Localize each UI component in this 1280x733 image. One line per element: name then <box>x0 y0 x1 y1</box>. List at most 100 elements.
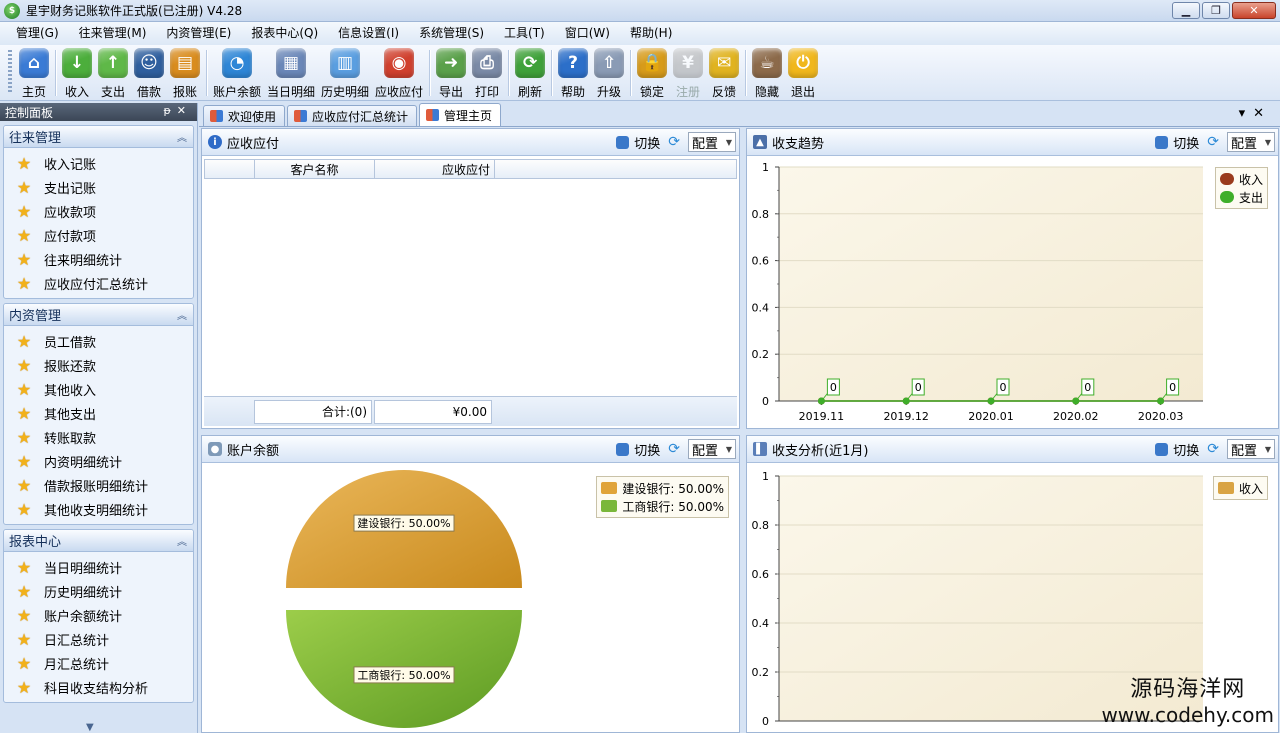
close-button[interactable]: ✕ <box>1232 2 1276 19</box>
toolbar-button-18[interactable]: ⇧ 升级 <box>594 48 625 100</box>
toolbar-button-label: 账户余额 <box>213 85 262 99</box>
toolbar-button-5[interactable]: ▤ 报账 <box>170 48 200 100</box>
toolbar-button-4[interactable]: ☺ 借款 <box>134 48 164 100</box>
analysis-switch-button[interactable]: 切换 <box>1155 440 1199 459</box>
tab-1[interactable]: 应收应付汇总统计 <box>287 105 418 126</box>
nav-item[interactable]: ★ 账户余额统计 <box>4 603 193 627</box>
toolbar-button-8[interactable]: ▦ 当日明细 <box>267 48 315 100</box>
scroll-down-icon[interactable]: ▼ <box>86 722 94 733</box>
app-logo-icon: $ <box>4 2 20 19</box>
plot-area <box>779 167 1203 401</box>
trend-config-dropdown[interactable]: 配置 ▼ <box>1227 132 1275 152</box>
toolbar-button-15[interactable]: ⟳ 刷新 <box>515 48 546 100</box>
legend-entry: 收入 <box>1217 479 1263 497</box>
nav-item[interactable]: ★ 转账取款 <box>4 425 193 449</box>
maximize-button[interactable]: ❐ <box>1202 2 1230 19</box>
tab-list-icon[interactable]: ▾ <box>1239 106 1254 121</box>
star-icon: ★ <box>16 331 32 351</box>
receivable-config-dropdown[interactable]: 配置 ▼ <box>688 132 736 152</box>
nav-item[interactable]: ★ 报账还款 <box>4 353 193 377</box>
toolbar-button-25[interactable]: ⏻ 退出 <box>788 48 819 100</box>
toolbar-button-21[interactable]: ¥ 注册 <box>673 48 704 100</box>
nav-group-header[interactable]: 报表中心 ︽ <box>4 530 193 552</box>
nav-group-header[interactable]: 往来管理 ︽ <box>4 126 193 148</box>
menu-item-6[interactable]: 工具(T) <box>494 22 555 45</box>
toolbar-button-3[interactable]: ↑ 支出 <box>98 48 128 100</box>
toolbar-button-2[interactable]: ↓ 收入 <box>62 48 92 100</box>
toolbar-button-20[interactable]: 🔒 锁定 <box>637 48 668 100</box>
trend-switch-button[interactable]: 切换 <box>1155 133 1199 152</box>
books-icon: ▤ <box>170 48 200 78</box>
menu-item-8[interactable]: 帮助(H) <box>620 22 682 45</box>
legend-label: 工商银行: 50.00% <box>622 499 724 514</box>
nav-item[interactable]: ★ 借款报账明细统计 <box>4 473 193 497</box>
nav-item[interactable]: ★ 往来明细统计 <box>4 247 193 271</box>
star-icon: ★ <box>16 677 32 697</box>
minimize-button[interactable]: ▁ <box>1172 2 1200 19</box>
trend-refresh-button[interactable]: ⟳ <box>1207 134 1219 150</box>
nav-item[interactable]: ★ 科目收支结构分析 <box>4 675 193 699</box>
balance-config-dropdown[interactable]: 配置 ▼ <box>688 439 736 459</box>
nav-item[interactable]: ★ 日汇总统计 <box>4 627 193 651</box>
nav-item[interactable]: ★ 支出记账 <box>4 175 193 199</box>
analysis-refresh-button[interactable]: ⟳ <box>1207 441 1219 457</box>
nav-item-label: 支出记账 <box>44 181 97 197</box>
balance-switch-button[interactable]: 切换 <box>616 440 660 459</box>
toolbar-button-13[interactable]: ⎙ 打印 <box>472 48 503 100</box>
pie-chart-icon: ◔ <box>222 48 252 78</box>
control-panel-header: 控制面板 ᵽ✕ <box>0 103 197 121</box>
toolbar-button-24[interactable]: ☕ 隐藏 <box>752 48 783 100</box>
tab-page-icon <box>294 110 308 122</box>
nav-item-label: 往来明细统计 <box>44 253 123 269</box>
toolbar-button-9[interactable]: ▥ 历史明细 <box>321 48 369 100</box>
menu-item-0[interactable]: 管理(G) <box>6 22 69 45</box>
grid-header-customer[interactable]: 客户名称 <box>255 160 375 178</box>
nav-item-label: 其他收支明细统计 <box>44 503 149 519</box>
toolbar-button-22[interactable]: ✉ 反馈 <box>709 48 740 100</box>
x-tick-label: 2019.12 <box>883 410 929 423</box>
nav-item[interactable]: ★ 应收款项 <box>4 199 193 223</box>
nav-item[interactable]: ★ 历史明细统计 <box>4 579 193 603</box>
analysis-config-dropdown[interactable]: 配置 ▼ <box>1227 439 1275 459</box>
menu-item-4[interactable]: 信息设置(I) <box>328 22 409 45</box>
nav-item-label: 应收应付汇总统计 <box>44 277 149 293</box>
toolbar-grip[interactable] <box>8 50 12 94</box>
menu-item-7[interactable]: 窗口(W) <box>555 22 620 45</box>
tab-2[interactable]: 管理主页 <box>419 103 502 126</box>
toolbar-button-10[interactable]: ◉ 应收应付 <box>375 48 423 100</box>
panel-close-icon[interactable]: ✕ <box>177 104 192 117</box>
y-tick-label: 0.6 <box>752 255 770 268</box>
balance-refresh-button[interactable]: ⟳ <box>668 441 680 457</box>
nav-item[interactable]: ★ 其他收入 <box>4 377 193 401</box>
nav-item[interactable]: ★ 应收应付汇总统计 <box>4 271 193 295</box>
toolbar-button-17[interactable]: ? 帮助 <box>558 48 589 100</box>
toolbar-button-12[interactable]: ➜ 导出 <box>436 48 467 100</box>
grid-header-amount[interactable]: 应收应付 <box>375 160 495 178</box>
nav-item[interactable]: ★ 其他支出 <box>4 401 193 425</box>
star-icon: ★ <box>16 427 32 447</box>
nav-item[interactable]: ★ 当日明细统计 <box>4 555 193 579</box>
star-icon: ★ <box>16 201 32 221</box>
nav-item[interactable]: ★ 员工借款 <box>4 329 193 353</box>
menu-item-1[interactable]: 往来管理(M) <box>69 22 157 45</box>
tab-close-icon[interactable]: ✕ <box>1253 106 1272 121</box>
pin-icon[interactable]: ᵽ <box>163 104 176 117</box>
toolbar-button-7[interactable]: ◔ 账户余额 <box>213 48 261 100</box>
toolbar-button-0[interactable]: ⌂ 主页 <box>19 48 49 100</box>
nav-item[interactable]: ★ 其他收支明细统计 <box>4 497 193 521</box>
menu-item-3[interactable]: 报表中心(Q) <box>241 22 328 45</box>
receivable-refresh-button[interactable]: ⟳ <box>668 134 680 150</box>
nav-item[interactable]: ★ 内资明细统计 <box>4 449 193 473</box>
collapse-icon: ︽ <box>177 537 187 548</box>
menu-item-2[interactable]: 内资管理(E) <box>156 22 241 45</box>
receivable-switch-button[interactable]: 切换 <box>616 133 660 152</box>
star-icon: ★ <box>16 629 32 649</box>
menu-item-5[interactable]: 系统管理(S) <box>409 22 494 45</box>
nav-item[interactable]: ★ 收入记账 <box>4 151 193 175</box>
nav-item[interactable]: ★ 月汇总统计 <box>4 651 193 675</box>
nav-item[interactable]: ★ 应付款项 <box>4 223 193 247</box>
cube-icon <box>616 135 630 149</box>
tab-0[interactable]: 欢迎使用 <box>203 105 286 126</box>
watermark-line2: www.codehy.com <box>1101 703 1274 727</box>
nav-group-header[interactable]: 内资管理 ︽ <box>4 304 193 326</box>
